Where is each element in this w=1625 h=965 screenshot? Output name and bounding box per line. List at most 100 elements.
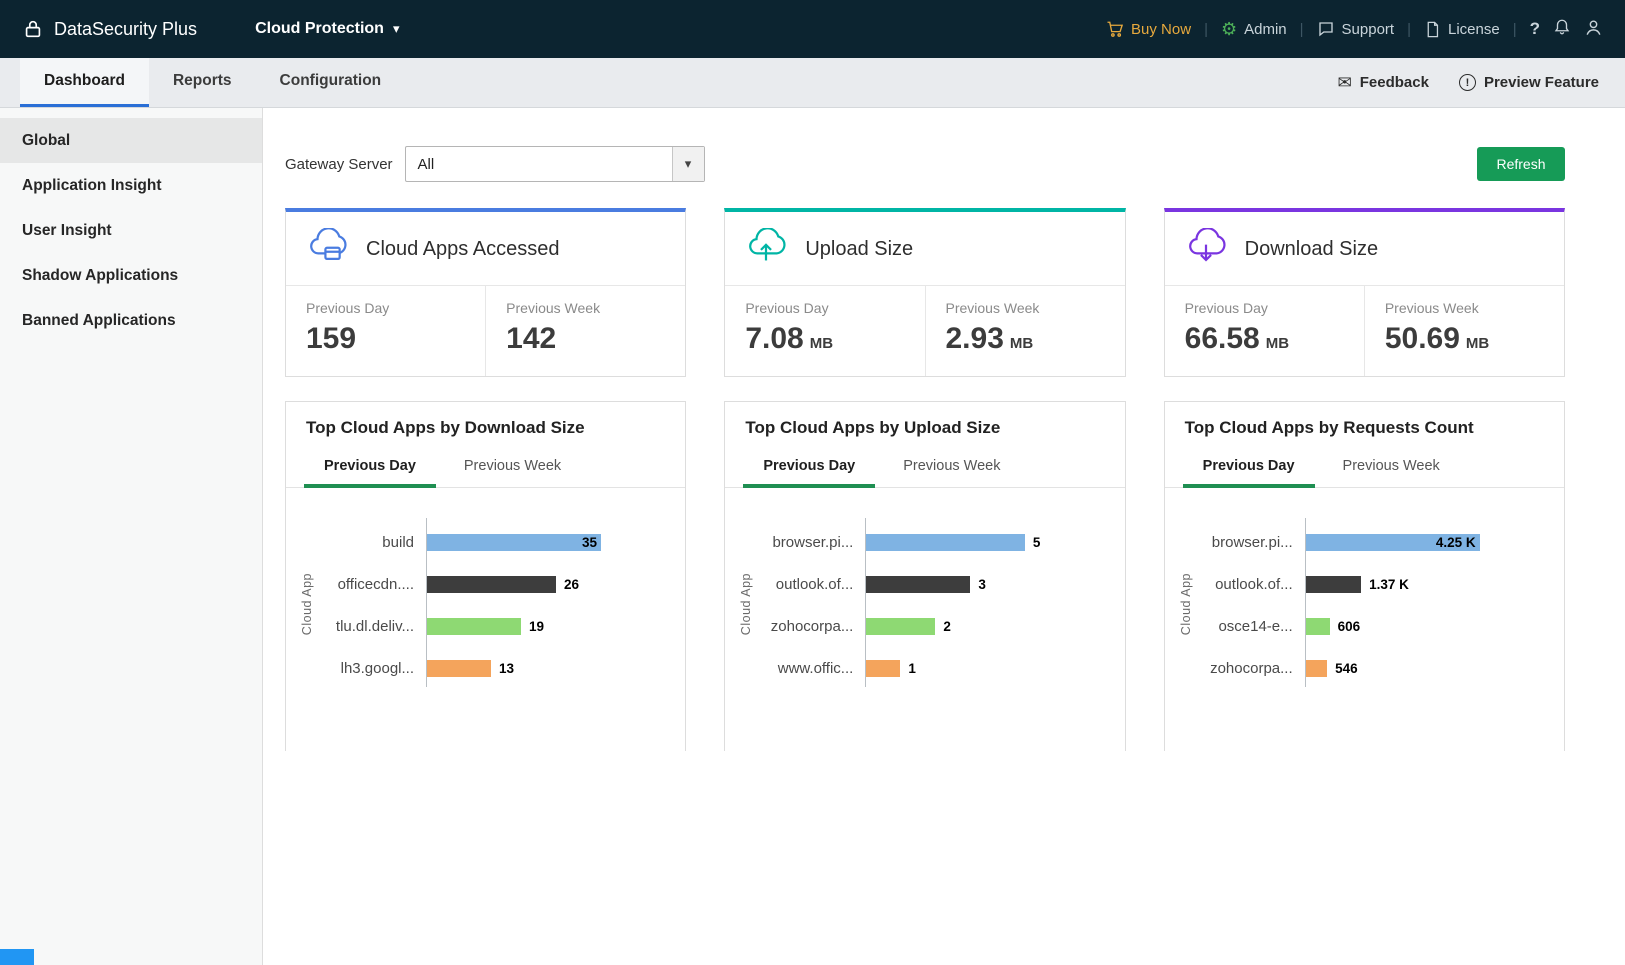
bar-category-label: browser.pi... — [1183, 534, 1305, 551]
sidebar: Global Application Insight User Insight … — [0, 108, 263, 965]
bar[interactable] — [1305, 618, 1330, 635]
app-logo: DataSecurity Plus — [22, 18, 197, 40]
previous-week-stat: Previous Week 2.93MB — [925, 286, 1125, 376]
bar-category-label: officecdn.... — [304, 576, 426, 593]
stat-card-download-size: Download Size Previous Day 66.58MB Previ… — [1164, 208, 1565, 377]
refresh-button[interactable]: Refresh — [1477, 147, 1565, 181]
bar-chart: Cloud App browser.pi...4.25 Koutlook.of.… — [1165, 488, 1564, 677]
previous-week-stat: Previous Week 50.69MB — [1364, 286, 1564, 376]
tab-configuration[interactable]: Configuration — [256, 58, 406, 107]
cloud-download-icon — [1185, 228, 1227, 271]
main-content: Gateway Server All ▾ Refresh — [263, 108, 1625, 965]
notifications-bell-icon[interactable] — [1553, 18, 1571, 40]
sidebar-item-application-insight[interactable]: Application Insight — [0, 163, 262, 208]
product-name: Cloud Protection — [255, 20, 384, 38]
chart-card-download-size: Top Cloud Apps by Download Size Previous… — [285, 401, 686, 751]
toolbar: Gateway Server All ▾ Refresh — [285, 146, 1565, 182]
chart-card-requests-count: Top Cloud Apps by Requests Count Previou… — [1164, 401, 1565, 751]
bar[interactable] — [426, 660, 491, 677]
exclamation-circle-icon: ! — [1459, 74, 1476, 91]
bar-category-label: build — [304, 534, 426, 551]
bar[interactable] — [865, 618, 935, 635]
sidebar-item-shadow-applications[interactable]: Shadow Applications — [0, 253, 262, 298]
cloud-apps-icon — [306, 228, 348, 271]
tab-previous-day[interactable]: Previous Day — [1183, 448, 1315, 488]
bar-row: outlook.of...3 — [743, 576, 1114, 593]
stat-card-upload-size: Upload Size Previous Day 7.08MB Previous… — [724, 208, 1125, 377]
bar-value-label: 546 — [1335, 661, 1358, 676]
bar[interactable] — [426, 618, 521, 635]
bar[interactable] — [865, 660, 900, 677]
bar[interactable]: 35 — [426, 534, 601, 551]
feedback-button[interactable]: ✉ Feedback — [1337, 73, 1428, 93]
select-dropdown-button[interactable]: ▾ — [672, 147, 704, 181]
chat-widget-tab[interactable] — [0, 949, 34, 965]
license-menu[interactable]: License — [1424, 21, 1500, 38]
tab-previous-day[interactable]: Previous Day — [304, 448, 436, 488]
help-icon[interactable]: ? — [1530, 19, 1540, 39]
divider: | — [1407, 21, 1411, 38]
support-menu[interactable]: Support — [1317, 20, 1395, 38]
previous-day-stat: Previous Day 159 — [286, 286, 485, 376]
stat-title: Cloud Apps Accessed — [366, 238, 559, 261]
bar-value-label: 2 — [943, 619, 951, 634]
cart-icon — [1106, 20, 1124, 38]
bar[interactable] — [426, 576, 556, 593]
preview-feature-button[interactable]: ! Preview Feature — [1459, 74, 1599, 91]
bar-row: zohocorpa... 2 — [743, 618, 1114, 635]
nav-utilities: ✉ Feedback ! Preview Feature — [1337, 58, 1625, 107]
tab-previous-day[interactable]: Previous Day — [743, 448, 875, 488]
sidebar-item-global[interactable]: Global — [0, 118, 262, 163]
bar-value-label: 26 — [564, 577, 579, 592]
bar-category-label: zohocorpa... — [743, 618, 865, 635]
bar-category-label: outlook.of... — [1183, 576, 1305, 593]
lock-icon — [22, 18, 44, 40]
admin-menu[interactable]: ⚙ Admin — [1221, 20, 1287, 38]
stats-row: Cloud Apps Accessed Previous Day 159 Pre… — [285, 208, 1565, 377]
cloud-upload-icon — [745, 228, 787, 271]
bar[interactable] — [865, 534, 1024, 551]
tab-dashboard[interactable]: Dashboard — [20, 58, 149, 107]
main-nav: Dashboard Reports Configuration ✉ Feedba… — [0, 58, 1625, 108]
bar-value-label: 19 — [529, 619, 544, 634]
bar-category-label: browser.pi... — [743, 534, 865, 551]
sidebar-item-user-insight[interactable]: User Insight — [0, 208, 262, 253]
bar-value-label: 4.25 K — [1436, 535, 1476, 550]
bar-value-label: 35 — [582, 535, 597, 550]
gateway-server-label: Gateway Server — [285, 156, 393, 173]
bar[interactable] — [865, 576, 970, 593]
bar[interactable] — [1305, 576, 1361, 593]
bar[interactable]: 4.25 K — [1305, 534, 1480, 551]
chart-title: Top Cloud Apps by Download Size — [286, 402, 685, 438]
tab-previous-week[interactable]: Previous Week — [444, 448, 581, 488]
product-selector[interactable]: Cloud Protection ▾ — [255, 20, 399, 38]
stat-title: Download Size — [1245, 238, 1378, 261]
bar-row: lh3.googl... 13 — [304, 660, 675, 677]
bar-category-label: zohocorpa... — [1183, 660, 1305, 677]
tab-previous-week[interactable]: Previous Week — [883, 448, 1020, 488]
bar-category-label: tlu.dl.deliv... — [304, 618, 426, 635]
bar[interactable] — [1305, 660, 1327, 677]
bar-chart: Cloud App build35officecdn....26tlu.dl.d… — [286, 488, 685, 677]
user-account-icon[interactable] — [1584, 18, 1603, 41]
divider: | — [1513, 21, 1517, 38]
previous-day-stat: Previous Day 7.08MB — [725, 286, 924, 376]
previous-week-stat: Previous Week 142 — [485, 286, 685, 376]
bar-value-label: 13 — [499, 661, 514, 676]
buy-now-button[interactable]: Buy Now — [1106, 20, 1191, 38]
bar-row: browser.pi... 4.25 K — [1183, 534, 1554, 551]
chat-icon — [1317, 20, 1335, 38]
gear-icon: ⚙ — [1221, 20, 1237, 38]
gateway-server-select[interactable]: All ▾ — [405, 146, 705, 182]
charts-row: Top Cloud Apps by Download Size Previous… — [285, 401, 1565, 751]
bar-row: zohocorpa... 546 — [1183, 660, 1554, 677]
sidebar-item-banned-applications[interactable]: Banned Applications — [0, 298, 262, 343]
chart-tabs: Previous Day Previous Week — [725, 448, 1124, 488]
bar-row: www.offic...1 — [743, 660, 1114, 677]
bar-value-label: 1 — [908, 661, 916, 676]
tab-previous-week[interactable]: Previous Week — [1323, 448, 1460, 488]
tab-reports[interactable]: Reports — [149, 58, 256, 107]
bar-category-label: outlook.of... — [743, 576, 865, 593]
bar-row: osce14-e...606 — [1183, 618, 1554, 635]
bar-category-label: lh3.googl... — [304, 660, 426, 677]
